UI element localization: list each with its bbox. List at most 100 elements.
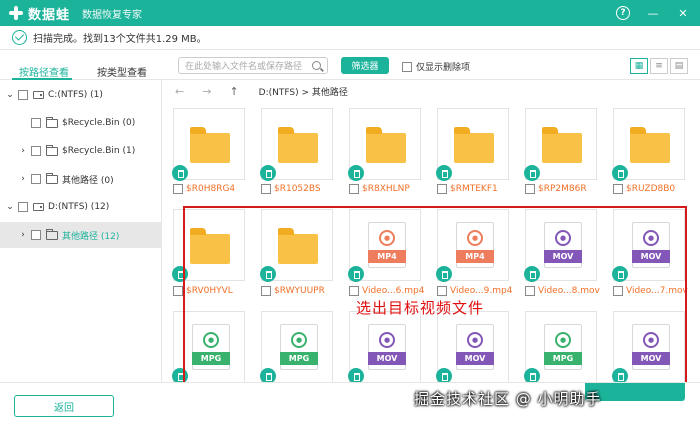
tree-item-other-path-d[interactable]: › 其他路径 (12) [0,222,162,248]
file-label[interactable]: $RV0HYVL [173,286,233,296]
file-label[interactable]: $RP2M86R [525,184,587,194]
file-name: Video...9.mp4 [450,286,513,296]
only-deleted-label: 仅显示删除项 [416,63,471,73]
checkbox[interactable] [173,286,183,296]
tree-item-recycle-bin-0[interactable]: $Recycle.Bin (0) [0,110,162,136]
checkbox[interactable] [525,286,535,296]
up-arrow-icon[interactable]: ↑ [229,85,238,98]
file-tile[interactable]: ● MOV [436,311,509,384]
file-tile[interactable]: ● MOV [612,209,685,282]
file-label[interactable]: $R1052BS [261,184,321,194]
checkbox[interactable] [613,184,623,194]
file-name: Video...6.mp4 [362,286,425,296]
tree-item-c-drive[interactable]: ⌄ C:(NTFS) (1) [0,82,162,108]
checkbox[interactable] [525,184,535,194]
trash-badge-icon [172,266,188,282]
checkbox[interactable] [31,118,41,128]
app-logo: 数据蛙 [8,4,70,23]
drive-icon [33,203,44,211]
mpg-file-icon: ● MPG [544,324,582,370]
list-view-icon[interactable]: ≡ [650,58,668,74]
detail-view-icon[interactable]: ▤ [670,58,688,74]
only-deleted-toggle[interactable]: 仅显示删除项 [402,60,470,73]
file-label[interactable]: $RUZD8B0 [613,184,675,194]
chevron-right-icon[interactable]: › [19,230,27,240]
forward-arrow-icon[interactable]: → [202,85,211,98]
file-tile[interactable]: ● MP4 [348,209,421,282]
file-label[interactable]: $RWYUUPR [261,286,325,296]
file-tile[interactable]: ● MOV [524,209,597,282]
file-name: $R1052BS [274,184,321,194]
checkbox[interactable] [349,286,359,296]
file-tile[interactable] [524,108,597,181]
back-arrow-icon[interactable]: ← [175,85,184,98]
file-tile[interactable]: ● MOV [348,311,421,384]
chevron-right-icon[interactable]: › [19,146,27,156]
checkbox[interactable] [261,184,271,194]
file-label[interactable]: $R0H8RG4 [173,184,235,194]
close-icon[interactable]: ✕ [676,6,690,20]
tree-item-d-drive[interactable]: ⌄ D:(NTFS) (12) [0,194,162,220]
file-tile[interactable] [172,108,245,181]
tab-by-path[interactable]: 按路径查看 [19,64,69,79]
checkbox[interactable] [437,286,447,296]
file-tile[interactable]: ● MOV [612,311,685,384]
file-tile[interactable] [348,108,421,181]
file-label[interactable]: $RMTEKF1 [437,184,498,194]
file-tile[interactable] [260,209,333,282]
checkbox[interactable] [31,174,41,184]
mov-file-icon: ● MOV [456,324,494,370]
video-reel-icon: ● [643,332,659,348]
trash-badge-icon [348,266,364,282]
file-label[interactable]: Video...6.mp4 [349,286,424,296]
file-label[interactable]: Video...7.mov [613,286,688,296]
file-label[interactable]: Video...9.mp4 [437,286,512,296]
file-label[interactable]: Video...8.mov [525,286,600,296]
folder-icon [190,228,230,264]
file-tile[interactable]: ● MPG [524,311,597,384]
checkbox[interactable] [613,286,623,296]
trash-badge-icon [524,165,540,181]
checkbox[interactable] [31,146,41,156]
chevron-right-icon[interactable]: › [19,174,27,184]
file-label[interactable]: $R8XHLNP [349,184,410,194]
video-reel-icon: ● [467,332,483,348]
back-button[interactable]: 返回 [14,395,114,417]
file-grid: $R0H8RG4 $R1052BS $R8XHLNP $RMTEKF1 $RP2M86R… [163,102,700,384]
file-tile[interactable] [172,209,245,282]
checkbox[interactable] [261,286,271,296]
tree-item-recycle-bin-1[interactable]: › $Recycle.Bin (1) [0,138,162,164]
chevron-down-icon[interactable]: ⌄ [6,90,14,100]
checkbox[interactable] [18,202,28,212]
filter-button[interactable]: 筛选器 [341,57,389,74]
file-tile[interactable]: ● MP4 [436,209,509,282]
tab-by-type[interactable]: 按类型查看 [97,64,147,79]
file-tile[interactable]: ● MPG [172,311,245,384]
minimize-icon[interactable]: — [646,6,660,20]
checkbox[interactable] [31,230,41,240]
checkbox[interactable] [349,184,359,194]
grid-view-icon[interactable]: ▦ [630,58,648,74]
checkbox[interactable] [402,61,412,72]
checkbox[interactable] [18,90,28,100]
mov-file-icon: ● MOV [632,222,670,268]
file-name: Video...7.mov [626,286,688,296]
checkbox[interactable] [437,184,447,194]
search-icon[interactable] [312,61,321,70]
file-type-label: MOV [368,352,406,365]
checkbox[interactable] [173,184,183,194]
plus-icon [8,5,24,21]
trash-badge-icon [260,266,276,282]
file-tile[interactable]: ● MPG [260,311,333,384]
tree-item-other-path-c[interactable]: › 其他路径 (0) [0,166,162,192]
file-type-label: MPG [544,352,582,365]
trash-badge-icon [612,165,628,181]
video-reel-icon: ● [467,230,483,246]
mov-file-icon: ● MOV [544,222,582,268]
search-input[interactable]: 在此处输入文件名或保存路径 [178,57,328,74]
chevron-down-icon[interactable]: ⌄ [6,202,14,212]
file-tile[interactable] [612,108,685,181]
file-tile[interactable] [436,108,509,181]
file-tile[interactable] [260,108,333,181]
help-icon[interactable]: ? [616,6,630,20]
